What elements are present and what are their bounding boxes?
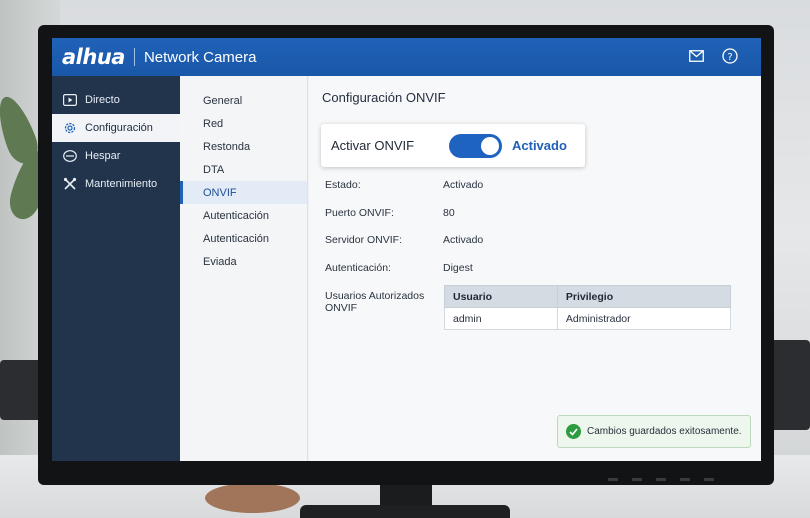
toggle-label: Activar ONVIF bbox=[331, 138, 415, 153]
monitor-stand-base bbox=[300, 505, 510, 518]
users-label: Usuarios Autorizados ONVIF bbox=[325, 290, 425, 314]
settings-submenu: General Red Restonda DTA ONVIF Autentica… bbox=[180, 76, 308, 461]
gear-icon bbox=[62, 120, 78, 136]
field-label: Estado: bbox=[325, 179, 361, 191]
submenu-item-autenticacion[interactable]: Autenticación bbox=[180, 227, 307, 250]
mail-icon[interactable] bbox=[687, 47, 705, 65]
help-icon[interactable]: ? bbox=[721, 47, 739, 65]
content-panel: Configuración ONVIF Activar ONVIF Activa… bbox=[309, 76, 761, 461]
field-row-estado: Estado: Activado bbox=[325, 179, 483, 191]
divider bbox=[133, 48, 135, 66]
submenu-item-dta[interactable]: DTA bbox=[180, 158, 307, 181]
page-title: Configuración ONVIF bbox=[322, 90, 446, 105]
svg-text:?: ? bbox=[727, 52, 732, 63]
desk-object bbox=[205, 483, 300, 513]
field-row-puerto: Puerto ONVIF: 80 bbox=[325, 207, 455, 219]
table-cell: Administrador bbox=[556, 307, 732, 330]
table-cell: admin bbox=[444, 307, 558, 330]
tools-icon bbox=[62, 176, 78, 192]
onvif-toggle-card: Activar ONVIF Activado bbox=[321, 124, 585, 167]
field-value: Activado bbox=[443, 234, 484, 246]
submenu-item-restonda[interactable]: Restonda bbox=[180, 135, 307, 158]
product-name: Network Camera bbox=[143, 48, 257, 66]
sidebar-item-label: Hespar bbox=[85, 150, 121, 162]
field-label: Servidor ONVIF: bbox=[325, 234, 403, 246]
sidebar-item-mantenimiento[interactable]: Mantenimiento bbox=[52, 170, 180, 198]
keyboard bbox=[770, 340, 810, 430]
field-label: Puerto ONVIF: bbox=[325, 207, 394, 219]
top-bar: alhua Network Camera ? bbox=[52, 38, 761, 76]
column-header: Usuario bbox=[444, 285, 558, 308]
submenu-item-red[interactable]: Red bbox=[180, 112, 307, 135]
field-value: 80 bbox=[443, 207, 455, 219]
hdd-icon bbox=[62, 148, 78, 164]
toast-message: Cambios guardados exitosamente. bbox=[587, 426, 742, 437]
table-header-row: Usuario Privilegio bbox=[444, 285, 732, 308]
sidebar-item-label: Configuración bbox=[85, 122, 153, 134]
users-table: Usuario Privilegio admin Administrador bbox=[444, 285, 732, 330]
sidebar-item-label: Mantenimiento bbox=[85, 178, 158, 190]
success-toast: Cambios guardados exitosamente. bbox=[557, 415, 751, 448]
sidebar-item-directo[interactable]: Directo bbox=[52, 86, 180, 114]
sidebar-item-label: Directo bbox=[85, 94, 120, 106]
field-label: Autenticación: bbox=[325, 262, 391, 274]
toggle-state: Activado bbox=[512, 138, 567, 153]
table-row[interactable]: admin Administrador bbox=[444, 307, 732, 330]
submenu-item-autenticacion[interactable]: Autenticación bbox=[180, 204, 307, 227]
onvif-toggle-switch[interactable] bbox=[449, 133, 502, 158]
field-row-autenticacion: Autenticación: Digest bbox=[325, 262, 473, 274]
monitor-buttons bbox=[608, 478, 714, 481]
play-icon bbox=[62, 92, 78, 108]
main-sidebar: Directo Configuración Hespar Mantenimien… bbox=[52, 76, 180, 461]
monitor: alhua Network Camera ? Directo Configura… bbox=[38, 25, 774, 485]
brand-logo: alhua bbox=[62, 45, 125, 69]
field-value: Digest bbox=[443, 262, 473, 274]
column-header: Privilegio bbox=[556, 285, 732, 308]
submenu-item-eviada[interactable]: Eviada bbox=[180, 250, 307, 273]
field-row-servidor: Servidor ONVIF: Activado bbox=[325, 234, 483, 246]
sidebar-item-hespar[interactable]: Hespar bbox=[52, 142, 180, 170]
screen: alhua Network Camera ? Directo Configura… bbox=[52, 38, 761, 461]
submenu-item-general[interactable]: General bbox=[180, 89, 307, 112]
toggle-knob bbox=[481, 136, 499, 155]
check-circle-icon bbox=[566, 424, 581, 439]
field-value: Activado bbox=[443, 179, 484, 191]
sidebar-item-configuracion[interactable]: Configuración bbox=[52, 114, 180, 142]
submenu-item-onvif[interactable]: ONVIF bbox=[180, 181, 307, 204]
